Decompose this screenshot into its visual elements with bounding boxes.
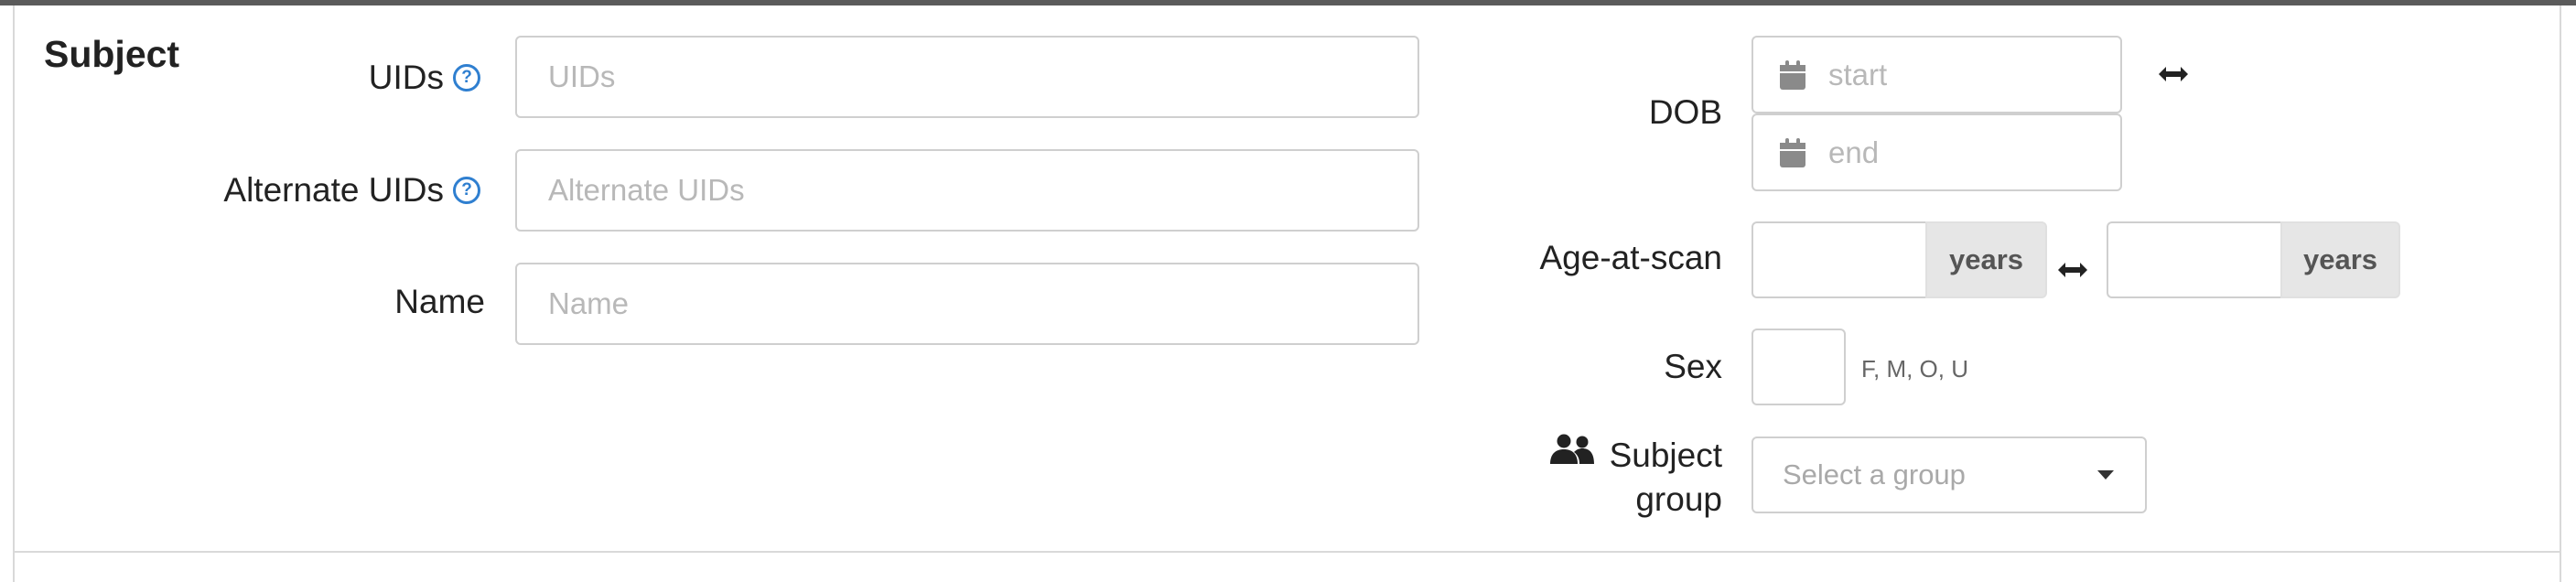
chevron-down-icon <box>2097 470 2114 480</box>
name-placeholder: Name <box>548 286 630 320</box>
age-min-input[interactable] <box>1751 221 1925 298</box>
alternate-uids-label-text: Alternate UIDs <box>223 171 444 209</box>
subject-group-label-line2: group <box>1635 480 1722 519</box>
age-max-group: years <box>2107 221 2400 298</box>
users-icon <box>1549 433 1595 475</box>
subject-group-placeholder: Select a group <box>1783 458 1966 490</box>
left-right-arrow-icon <box>2056 249 2089 286</box>
age-at-scan-label: Age-at-scan <box>1539 239 1723 276</box>
calendar-icon <box>1779 137 1806 168</box>
panel-divider <box>13 551 2561 553</box>
subject-group-label-line1: Subject <box>1609 436 1722 474</box>
name-input[interactable]: Name <box>515 263 1419 345</box>
age-min-unit: years <box>1925 221 2047 298</box>
age-max-unit: years <box>2280 221 2400 298</box>
sex-input[interactable] <box>1751 329 1846 405</box>
dob-end-placeholder: end <box>1828 135 1880 169</box>
left-right-arrow-icon <box>2157 53 2190 90</box>
subject-group-select[interactable]: Select a group <box>1751 436 2147 513</box>
dob-label: DOB <box>1648 93 1722 131</box>
uids-label-text: UIDs <box>368 59 444 96</box>
subject-group-label: Subject group <box>1519 433 1722 521</box>
uids-input[interactable]: UIDs <box>515 36 1419 118</box>
dob-end-input[interactable]: end <box>1751 113 2122 191</box>
uids-placeholder: UIDs <box>548 59 616 93</box>
alternate-uids-input[interactable]: Alternate UIDs <box>515 149 1419 232</box>
sex-hint: F, M, O, U <box>1861 355 1968 383</box>
dob-start-placeholder: start <box>1828 57 1888 92</box>
sex-label: Sex <box>1664 348 1722 385</box>
age-min-group: years <box>1751 221 2047 298</box>
alternate-uids-placeholder: Alternate UIDs <box>548 173 745 207</box>
uids-label: UIDs? <box>210 57 480 99</box>
calendar-icon <box>1779 59 1806 91</box>
subject-filter-page: Subject UIDs? UIDs Alternate UIDs? Alter… <box>0 0 2576 582</box>
dob-start-input[interactable]: start <box>1751 36 2122 113</box>
question-circle-icon[interactable]: ? <box>453 64 480 92</box>
alternate-uids-label: Alternate UIDs? <box>183 169 480 211</box>
section-title: Subject <box>44 33 180 75</box>
question-circle-icon[interactable]: ? <box>453 177 480 205</box>
age-max-input[interactable] <box>2107 221 2280 298</box>
name-label: Name <box>394 283 485 320</box>
